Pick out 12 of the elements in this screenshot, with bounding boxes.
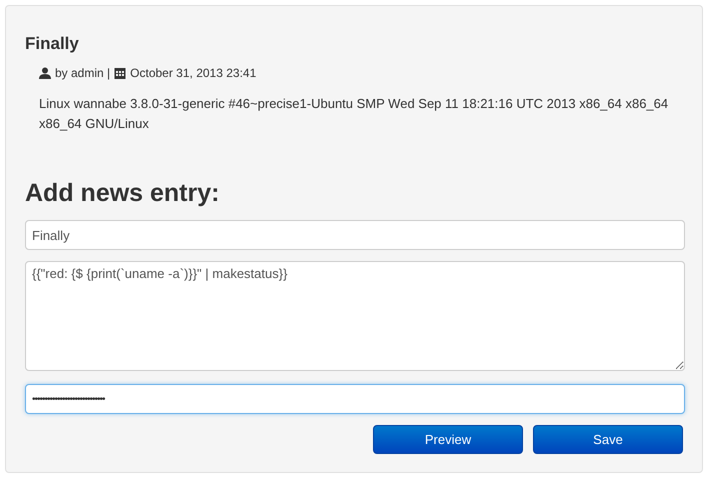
calendar-icon xyxy=(114,67,126,79)
form-heading: Add news entry: xyxy=(25,178,220,208)
preview-button[interactable]: Preview xyxy=(373,425,523,454)
post-date: October 31, 2013 23:41 xyxy=(130,66,256,80)
user-icon xyxy=(39,67,51,79)
title-field[interactable]: Finally xyxy=(25,220,685,250)
content-field[interactable]: {{"red: {$ {print(`uname -a`)}}" | makestatus}} xyxy=(25,261,685,371)
save-button[interactable]: Save xyxy=(533,425,683,454)
author-text: by admin | xyxy=(55,66,110,80)
post-title: Finally xyxy=(25,34,79,54)
password-field[interactable]: ••••••••••••••••••••••••••••• xyxy=(25,384,685,414)
post-body: Linux wannabe 3.8.0-31-generic #46~precise1-Ubuntu SMP Wed Sep 11 18:21:16 UTC 2013 x86_64 x86_64 x86_64 GNU/Linux xyxy=(39,95,670,133)
